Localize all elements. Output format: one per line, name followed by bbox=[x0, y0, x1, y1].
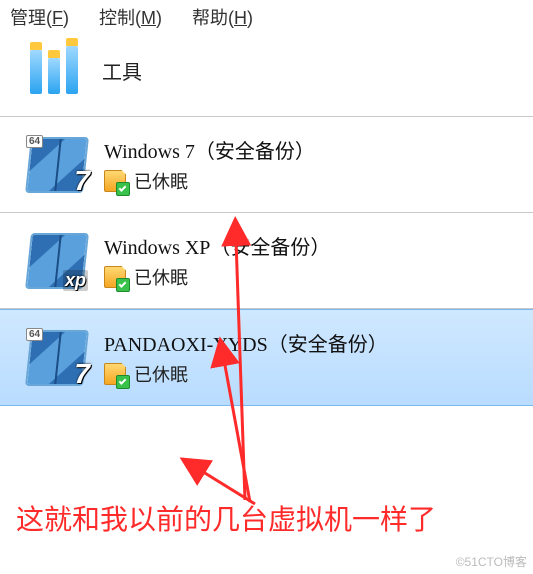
vm-status: 已休眠 bbox=[134, 264, 188, 290]
arch-badge: 64 bbox=[26, 328, 43, 341]
watermark: ©51CTO博客 bbox=[456, 553, 527, 570]
vm-name: PANDAOXI-YYDS（安全备份） bbox=[104, 328, 388, 357]
tools-row[interactable]: 工具 bbox=[0, 36, 533, 116]
tools-icon bbox=[28, 46, 84, 94]
vm-os-icon: 647 bbox=[28, 330, 86, 386]
arch-badge: 64 bbox=[26, 135, 43, 148]
vm-info: Windows XP（安全备份） 已休眠 bbox=[104, 231, 330, 290]
vm-row[interactable]: 647Windows 7（安全备份）已休眠 bbox=[0, 117, 533, 213]
vm-row[interactable]: 647PANDAOXI-YYDS（安全备份）已休眠 bbox=[0, 309, 533, 406]
vm-info: PANDAOXI-YYDS（安全备份） 已休眠 bbox=[104, 328, 388, 387]
vm-os-icon: 647 bbox=[28, 137, 86, 193]
vm-info: Windows 7（安全备份） 已休眠 bbox=[104, 135, 315, 194]
vm-os-icon: xp bbox=[28, 233, 86, 289]
menu-control[interactable]: 控制(M) bbox=[99, 4, 162, 30]
vm-name: Windows 7（安全备份） bbox=[104, 135, 315, 164]
snapshot-icon bbox=[104, 266, 126, 288]
tools-label: 工具 bbox=[102, 56, 142, 85]
vm-status: 已休眠 bbox=[134, 168, 188, 194]
app-root: { "menu": { "manage": {"text":"管理(","ul"… bbox=[0, 0, 533, 574]
menu-manage[interactable]: 管理(F) bbox=[10, 4, 69, 30]
vm-status-row: 已休眠 bbox=[104, 361, 388, 387]
vm-status: 已休眠 bbox=[134, 361, 188, 387]
vm-status-row: 已休眠 bbox=[104, 264, 330, 290]
snapshot-icon bbox=[104, 363, 126, 385]
menu-help[interactable]: 帮助(H) bbox=[192, 4, 253, 30]
vm-list: 647Windows 7（安全备份）已休眠xpWindows XP（安全备份）已… bbox=[0, 117, 533, 406]
annotation-caption: 这就和我以前的几台虚拟机一样了 bbox=[16, 498, 436, 538]
os-label: xp bbox=[63, 270, 88, 291]
snapshot-icon bbox=[104, 170, 126, 192]
os-label: 7 bbox=[74, 358, 90, 390]
os-label: 7 bbox=[74, 165, 90, 197]
vm-row[interactable]: xp Windows XP（安全备份） 已休眠 bbox=[0, 213, 533, 309]
menu-bar: 管理(F) 控制(M) 帮助(H) bbox=[0, 0, 533, 36]
vm-name: Windows XP（安全备份） bbox=[104, 231, 330, 260]
vm-status-row: 已休眠 bbox=[104, 168, 315, 194]
